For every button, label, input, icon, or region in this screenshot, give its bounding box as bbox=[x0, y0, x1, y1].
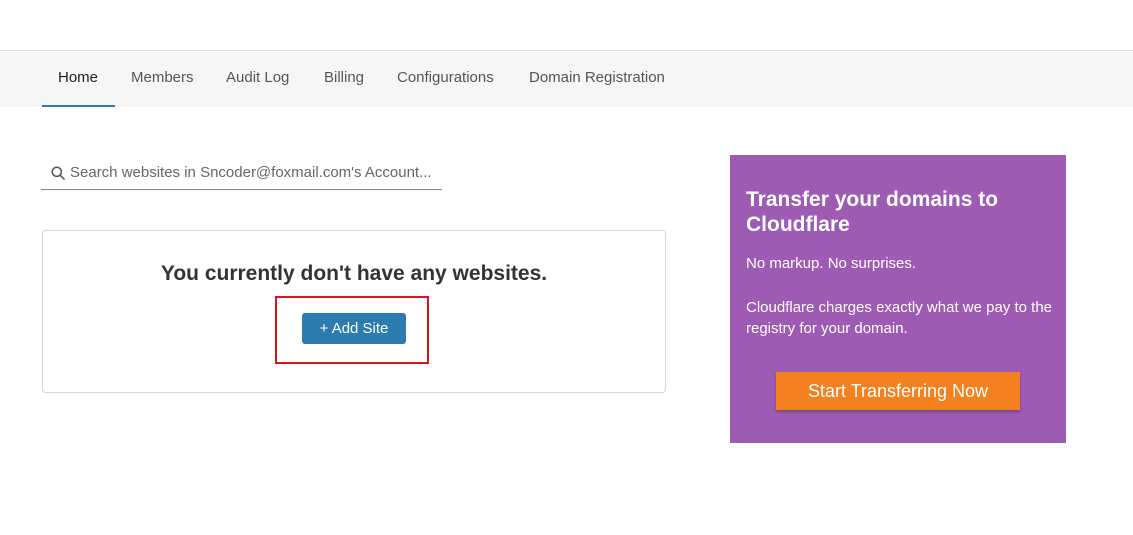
transfer-promo-panel: Transfer your domains to Cloudflare No m… bbox=[730, 155, 1066, 443]
search-input[interactable] bbox=[70, 155, 440, 189]
tab-billing[interactable]: Billing bbox=[324, 52, 364, 107]
search-icon bbox=[51, 166, 65, 180]
tab-home[interactable]: Home bbox=[58, 52, 98, 107]
add-site-button[interactable]: + Add Site bbox=[302, 313, 406, 344]
website-search bbox=[41, 155, 442, 190]
promo-tagline: No markup. No surprises. bbox=[746, 255, 917, 272]
tab-audit-log[interactable]: Audit Log bbox=[226, 52, 289, 107]
empty-state-title: You currently don't have any websites. bbox=[160, 262, 548, 285]
top-header bbox=[0, 0, 1133, 51]
promo-title: Transfer your domains to Cloudflare bbox=[746, 188, 999, 236]
start-transferring-button[interactable]: Start Transferring Now bbox=[776, 372, 1020, 410]
account-nav: Home Members Audit Log Billing Configura… bbox=[0, 52, 1133, 107]
tab-configurations[interactable]: Configurations bbox=[397, 52, 494, 107]
tab-members[interactable]: Members bbox=[131, 52, 194, 107]
promo-description: Cloudflare charges exactly what we pay t… bbox=[746, 299, 1052, 337]
active-tab-indicator bbox=[42, 105, 115, 107]
tab-domain-registration[interactable]: Domain Registration bbox=[529, 52, 665, 107]
